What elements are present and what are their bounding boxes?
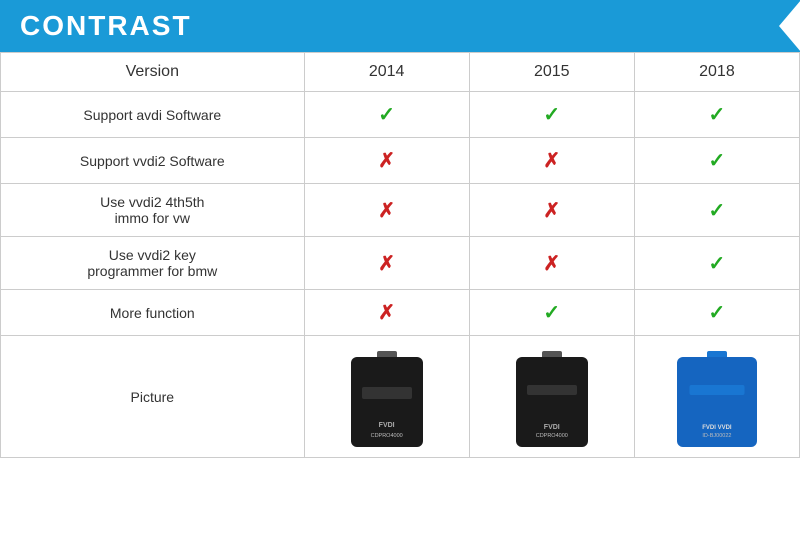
check-icon: ✓ <box>709 200 726 222</box>
col-header-2015: 2015 <box>469 53 634 92</box>
value-col-0: ✗ <box>304 184 469 237</box>
value-col-1: ✗ <box>469 138 634 184</box>
cross-icon: ✗ <box>378 302 395 324</box>
cross-icon: ✗ <box>543 253 560 275</box>
check-icon: ✓ <box>378 104 395 126</box>
cross-icon: ✗ <box>378 253 395 275</box>
page-title: CONTRAST <box>20 10 192 42</box>
feature-label: Use vvdi2 keyprogrammer for bmw <box>1 237 305 290</box>
col-header-2014: 2014 <box>304 53 469 92</box>
table-row: Support avdi Software ✓ ✓ ✓ <box>1 92 800 138</box>
header: CONTRAST <box>0 0 800 52</box>
value-col-2: ✓ <box>634 290 799 336</box>
picture-2015: CDPRO4000 <box>469 336 634 458</box>
check-icon: ✓ <box>709 150 726 172</box>
device-2014-label: CDPRO4000 <box>371 433 403 439</box>
device-2018-label: ID-BJ00022 <box>702 433 731 439</box>
table-row: Use vvdi2 keyprogrammer for bmw ✗ ✗ ✓ <box>1 237 800 290</box>
picture-label: Picture <box>1 336 305 458</box>
contrast-table: Version 2014 2015 2018 Support avdi Soft… <box>0 52 800 458</box>
cross-icon: ✗ <box>543 150 560 172</box>
cross-icon: ✗ <box>378 150 395 172</box>
feature-label: Support avdi Software <box>1 92 305 138</box>
check-icon: ✓ <box>709 253 726 275</box>
check-icon: ✓ <box>709 104 726 126</box>
value-col-0: ✗ <box>304 237 469 290</box>
check-icon: ✓ <box>543 104 560 126</box>
picture-row: Picture CDPRO4000 CDPRO4000 ID-BJ00022 <box>1 336 800 458</box>
value-col-2: ✓ <box>634 92 799 138</box>
value-col-2: ✓ <box>634 184 799 237</box>
value-col-0: ✗ <box>304 138 469 184</box>
col-header-feature: Version <box>1 53 305 92</box>
table-row: Support vvdi2 Software ✗ ✗ ✓ <box>1 138 800 184</box>
feature-label: More function <box>1 290 305 336</box>
picture-2014: CDPRO4000 <box>304 336 469 458</box>
value-col-1: ✗ <box>469 237 634 290</box>
value-col-2: ✓ <box>634 138 799 184</box>
value-col-0: ✗ <box>304 290 469 336</box>
cross-icon: ✗ <box>543 200 560 222</box>
device-2015-label: CDPRO4000 <box>536 433 568 439</box>
value-col-0: ✓ <box>304 92 469 138</box>
device-2018-image: ID-BJ00022 <box>677 357 757 447</box>
cross-icon: ✗ <box>378 200 395 222</box>
check-icon: ✓ <box>543 302 560 324</box>
feature-label: Use vvdi2 4th5thimmo for vw <box>1 184 305 237</box>
check-icon: ✓ <box>709 302 726 324</box>
table-row: Use vvdi2 4th5thimmo for vw ✗ ✗ ✓ <box>1 184 800 237</box>
value-col-2: ✓ <box>634 237 799 290</box>
feature-label: Support vvdi2 Software <box>1 138 305 184</box>
table-row: More function ✗ ✓ ✓ <box>1 290 800 336</box>
device-2014-image: CDPRO4000 <box>351 357 423 447</box>
value-col-1: ✓ <box>469 290 634 336</box>
col-header-2018: 2018 <box>634 53 799 92</box>
value-col-1: ✓ <box>469 92 634 138</box>
device-2015-image: CDPRO4000 <box>516 357 588 447</box>
value-col-1: ✗ <box>469 184 634 237</box>
picture-2018: ID-BJ00022 <box>634 336 799 458</box>
